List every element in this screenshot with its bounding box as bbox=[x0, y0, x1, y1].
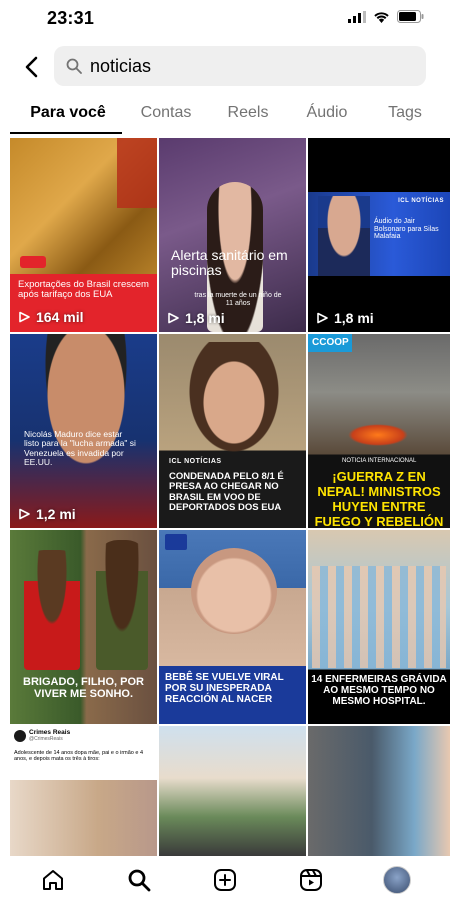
tab-contas[interactable]: Contas bbox=[136, 104, 196, 136]
grid-tile[interactable]: Crimes Reais @CrimesReais Adolescente de… bbox=[10, 726, 157, 856]
tile-caption: CONDENADA PELO 8/1 É PRESA AO CHEGAR NO … bbox=[169, 471, 284, 514]
grid-tile[interactable]: 14 ENFERMEIRAS GRÁVIDA AO MESMO TEMPO NO… bbox=[308, 530, 450, 724]
grid-tile[interactable]: BRIGADO, FILHO, POR VIVER ME SONHO. bbox=[10, 530, 157, 724]
grid-tile[interactable]: Alerta sanitário em piscinas tras la mue… bbox=[159, 138, 306, 332]
tile-brand: CCOOP bbox=[312, 337, 349, 348]
search-row bbox=[0, 46, 450, 90]
avatar bbox=[383, 865, 411, 894]
reel-views: 1,8 mi bbox=[316, 310, 374, 326]
play-views-icon bbox=[19, 311, 30, 323]
home-icon bbox=[43, 869, 63, 890]
signal-icon bbox=[348, 10, 366, 23]
tile-caption: BRIGADO, FILHO, POR VIVER ME SONHO. bbox=[23, 676, 144, 701]
grid-tile[interactable]: CCOOP NOTICIA INTERNACIONAL ¡GUERRA Z EN… bbox=[308, 334, 450, 528]
reel-views: 1,2 mi bbox=[18, 506, 76, 522]
avatar bbox=[14, 730, 26, 742]
active-tab-indicator bbox=[10, 132, 122, 134]
tile-brand: ICL NOTÍCIAS bbox=[398, 198, 444, 204]
grid-tile[interactable]: ICL NOTÍCIAS CONDENADA PELO 8/1 É PRESA … bbox=[159, 334, 306, 528]
tile-label: NOTICIA INTERNACIONAL bbox=[342, 458, 417, 464]
search-input[interactable] bbox=[90, 55, 390, 77]
tile-subcaption: tras la muerte de un niño de 11 años bbox=[194, 292, 282, 307]
status-time: 23:31 bbox=[47, 8, 95, 28]
tile-brand: ICL NOTÍCIAS bbox=[169, 458, 222, 465]
grid-tile[interactable]: BEBÊ SE VUELVE VIRAL POR SU INESPERADA R… bbox=[159, 530, 306, 724]
grid-tile[interactable]: ICL NOTÍCIAS Áudio do Jair Bolsonaro par… bbox=[308, 138, 450, 332]
grid-tile[interactable] bbox=[159, 726, 306, 856]
tile-caption: Adolescente de 14 anos dopa mãe, pai e o… bbox=[14, 750, 144, 763]
nav-create[interactable] bbox=[205, 860, 245, 900]
search-icon bbox=[66, 58, 82, 74]
reels-icon bbox=[300, 868, 322, 891]
search-bar[interactable] bbox=[54, 46, 426, 86]
reel-views: 164 mil bbox=[18, 309, 83, 325]
search-icon bbox=[128, 869, 151, 891]
status-icons bbox=[348, 10, 424, 23]
battery-icon bbox=[397, 10, 424, 23]
play-views-icon bbox=[317, 312, 328, 324]
status-bar: 23:31 bbox=[0, 0, 450, 40]
tab-tags[interactable]: Tags bbox=[383, 104, 427, 136]
grid-tile[interactable]: Exportações do Brasil crescem após tarif… bbox=[10, 138, 157, 332]
views-count: 1,8 mi bbox=[334, 310, 374, 326]
nav-profile[interactable] bbox=[377, 860, 417, 900]
tile-caption: Alerta sanitário em piscinas bbox=[171, 247, 288, 279]
chevron-left-icon bbox=[25, 56, 38, 78]
wifi-icon bbox=[374, 11, 389, 23]
tab-reels[interactable]: Reels bbox=[222, 104, 274, 136]
nav-reels[interactable] bbox=[291, 860, 331, 900]
play-views-icon bbox=[168, 312, 179, 324]
tile-caption: Nicolás Maduro dice estar listo para la … bbox=[24, 429, 136, 468]
tab-audio[interactable]: Áudio bbox=[302, 104, 352, 136]
bottom-nav bbox=[0, 856, 450, 903]
play-views-icon bbox=[19, 508, 30, 520]
grid-tile[interactable]: Nicolás Maduro dice estar listo para la … bbox=[10, 334, 157, 528]
explore-grid: Exportações do Brasil crescem após tarif… bbox=[10, 138, 450, 856]
tile-handle: @CrimesReais bbox=[29, 736, 63, 742]
nav-home[interactable] bbox=[33, 860, 73, 900]
reel-views: 1,8 mi bbox=[167, 310, 225, 326]
nav-search[interactable] bbox=[119, 860, 159, 900]
views-count: 1,2 mi bbox=[36, 506, 76, 522]
views-count: 1,8 mi bbox=[185, 310, 225, 326]
tab-bar: Para você Contas Reels Áudio Tags bbox=[0, 104, 450, 136]
tile-caption: BEBÊ SE VUELVE VIRAL POR SU INESPERADA R… bbox=[165, 672, 284, 705]
back-button[interactable] bbox=[16, 52, 46, 82]
tile-caption: Áudio do Jair Bolsonaro para Silas Malaf… bbox=[374, 218, 439, 241]
grid-tile[interactable] bbox=[308, 726, 450, 856]
views-count: 164 mil bbox=[36, 309, 84, 325]
tile-caption: ¡GUERRA Z EN NEPAL! MINISTROS HUYEN ENTR… bbox=[314, 469, 444, 528]
tile-caption: 14 ENFERMEIRAS GRÁVIDA AO MESMO TEMPO NO… bbox=[311, 674, 447, 707]
plus-square-icon bbox=[214, 868, 236, 891]
